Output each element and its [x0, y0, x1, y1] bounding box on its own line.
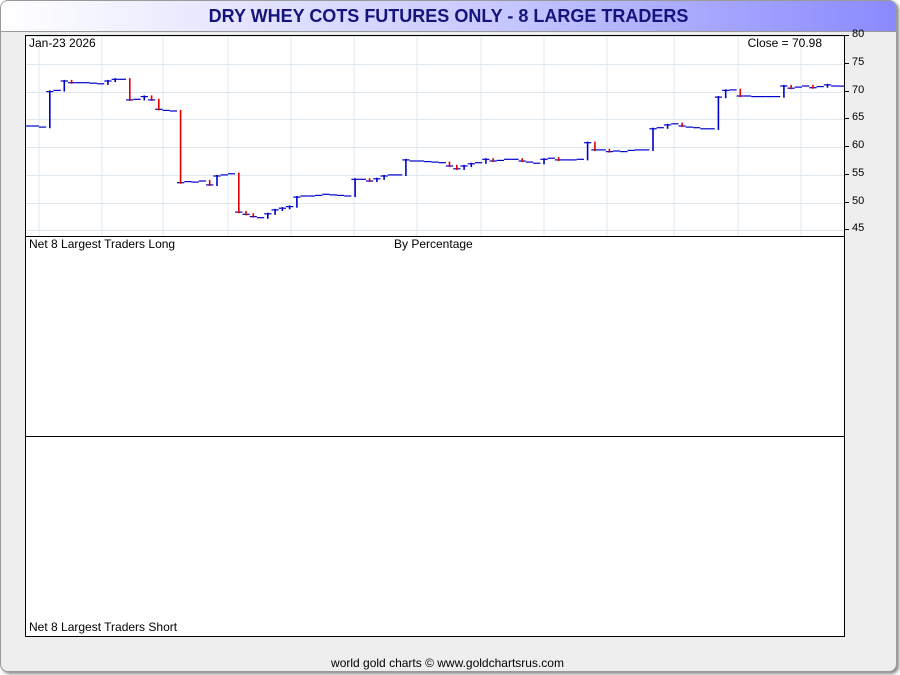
y-tick-label: 75 [852, 55, 865, 68]
y-tick-mark [845, 35, 849, 36]
y-tick-label: 70 [852, 83, 865, 96]
y-tick-mark [845, 229, 849, 231]
chart-title: DRY WHEY COTS FUTURES ONLY - 8 LARGE TRA… [208, 6, 689, 26]
y-tick-mark [845, 173, 849, 175]
y-tick-label: 80 [852, 28, 865, 40]
title-bar: DRY WHEY COTS FUTURES ONLY - 8 LARGE TRA… [1, 1, 896, 32]
footer-credit: world gold charts © www.goldchartsrus.co… [331, 656, 564, 670]
long-panel: Net 8 Largest Traders Long By Percentage [25, 236, 845, 437]
y-tick-label: 45 [852, 222, 865, 235]
short-panel: Net 8 Largest Traders Short [25, 436, 845, 637]
y-tick-label: 50 [852, 194, 865, 207]
close-label: Close = 70.98 [747, 36, 822, 50]
date-label: Jan-23 2026 [29, 36, 96, 50]
y-tick-label: 60 [852, 139, 865, 152]
y-tick-mark [845, 201, 849, 203]
y-tick-mark [845, 146, 849, 148]
y-tick-mark [845, 62, 849, 64]
price-panel: Jan-23 2026 Close = 70.98 [25, 35, 845, 237]
long-panel-label: Net 8 Largest Traders Long [29, 237, 176, 251]
percentage-label: By Percentage [394, 237, 473, 251]
y-tick-mark [845, 90, 849, 92]
price-chart [26, 36, 844, 236]
short-panel-label: Net 8 Largest Traders Short [29, 620, 178, 634]
y-tick-label: 65 [852, 111, 865, 124]
y-tick-mark [845, 118, 849, 120]
y-tick-label: 55 [852, 166, 865, 179]
